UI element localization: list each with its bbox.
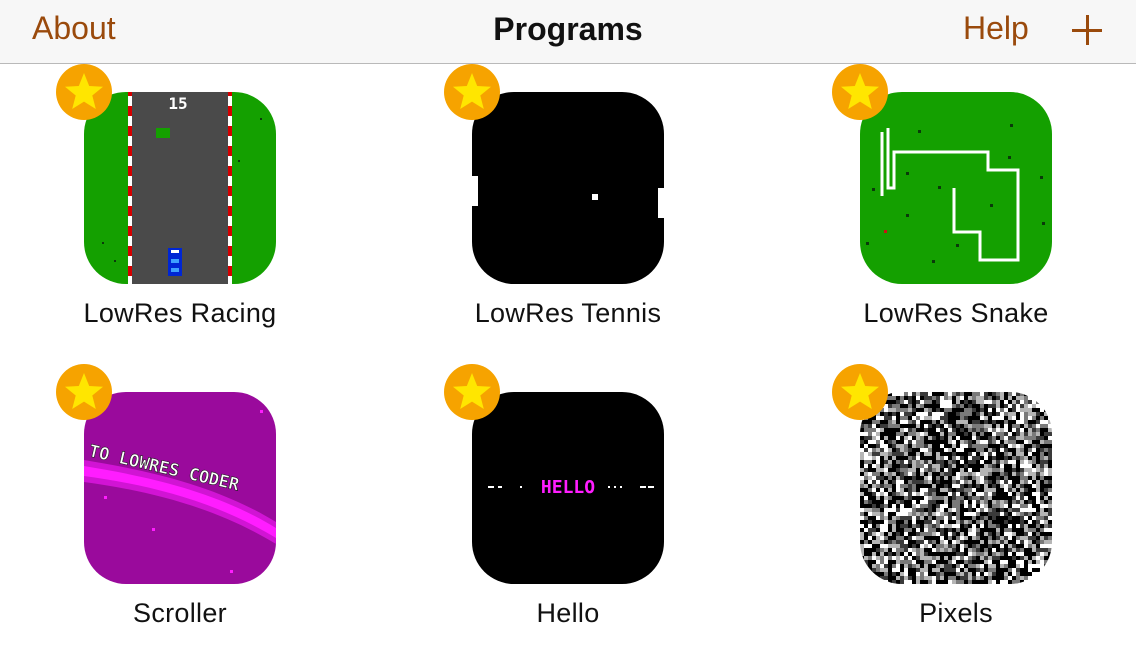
favorite-star-icon[interactable] — [56, 64, 112, 120]
program-item-pixels[interactable]: Pixels — [806, 364, 1106, 662]
program-label: LowRes Tennis — [474, 298, 662, 328]
program-label: Pixels — [919, 598, 993, 628]
program-item-hello[interactable]: HELLO Hello — [418, 364, 718, 662]
pixels-icon — [860, 392, 1052, 584]
program-label: LowRes Racing — [83, 298, 277, 328]
snake-icon — [860, 92, 1052, 284]
race-score: 15 — [168, 94, 187, 113]
favorite-star-icon[interactable] — [56, 364, 112, 420]
navigation-bar: About Programs Help — [0, 0, 1136, 64]
tennis-icon — [472, 92, 664, 284]
program-label: Scroller — [133, 598, 227, 628]
favorite-star-icon[interactable] — [444, 364, 500, 420]
racing-icon: 15 — [84, 92, 276, 284]
program-label: Hello — [536, 598, 600, 628]
add-program-button[interactable] — [1070, 13, 1106, 49]
hello-screen-text: HELLO — [541, 477, 595, 498]
program-label: LowRes Snake — [863, 298, 1049, 328]
help-button[interactable]: Help — [963, 10, 1029, 47]
program-item-lowres-snake[interactable]: LowRes Snake — [806, 64, 1106, 362]
favorite-star-icon[interactable] — [832, 364, 888, 420]
program-item-lowres-tennis[interactable]: LowRes Tennis — [418, 64, 718, 362]
program-item-scroller[interactable]: TO LOWRES CODER Scroller — [30, 364, 330, 662]
hello-icon: HELLO — [472, 392, 664, 584]
favorite-star-icon[interactable] — [832, 64, 888, 120]
favorite-star-icon[interactable] — [444, 64, 500, 120]
scroller-icon: TO LOWRES CODER — [84, 392, 276, 584]
program-item-lowres-racing[interactable]: 15 LowRes Racing — [30, 64, 330, 362]
